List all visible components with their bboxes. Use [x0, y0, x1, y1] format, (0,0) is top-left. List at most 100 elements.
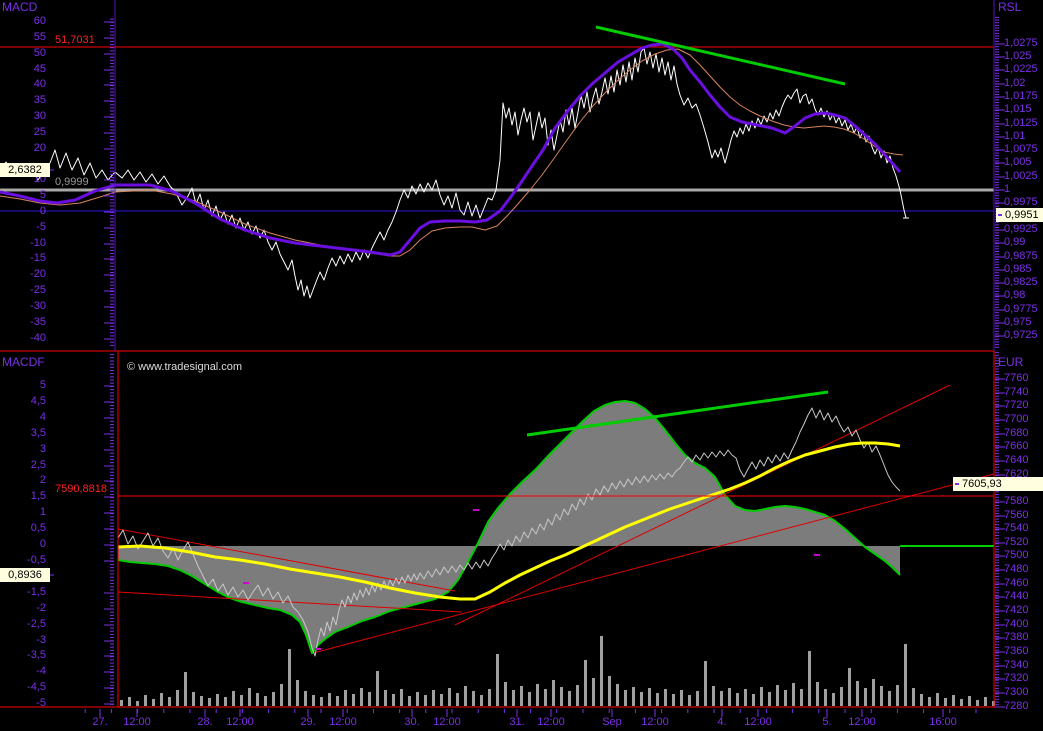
upper-left-scale-title: MACD [2, 0, 38, 14]
volume-bars [440, 694, 443, 706]
volume-bars [312, 695, 315, 706]
macd_left-tick-label: -20 [30, 268, 46, 280]
macd_left-tick-label: 35 [33, 94, 46, 106]
time-axis-label: 12:00 [226, 716, 254, 728]
macdf-last-value-box: 0,8936 [0, 568, 50, 582]
volume-bars [952, 695, 955, 706]
eur_right-tick-label: 7460 [1004, 577, 1029, 589]
volume-bars [368, 692, 371, 706]
macd_left-tick-label: 25 [33, 126, 46, 138]
volume-bars [720, 691, 723, 706]
eur_right-tick-label: 7540 [1004, 522, 1029, 534]
volume-bars [432, 690, 435, 706]
upper-green-trendline [595, 25, 846, 86]
macd_left-tick-label: 30 [33, 110, 46, 122]
volume-bars [400, 689, 403, 706]
volume-bars [536, 684, 539, 706]
macd_left-tick-label: 50 [33, 47, 46, 59]
volume-bars [728, 688, 731, 706]
macd_left-tick-label: -40 [30, 332, 46, 344]
volume-bars [416, 692, 419, 706]
volume-bars [592, 678, 595, 706]
rsl-last-value-box: 0,9951 [996, 208, 1043, 222]
time-axis-label: 16:00 [929, 716, 957, 728]
rsl_right-tick-label: 0,9875 [1004, 250, 1038, 262]
rsl-white-line [0, 47, 907, 299]
volume-bars [168, 697, 171, 706]
rsl_right-tick-label: 1,015 [1004, 103, 1032, 115]
eur_right-tick-label: 7300 [1004, 686, 1029, 698]
copyright-watermark: © www.tradesignal.com [127, 361, 243, 373]
eur_right-tick-label: 7720 [1004, 399, 1029, 411]
volume-bars [960, 699, 963, 706]
macdf_left-tick-label: -0,5 [27, 554, 46, 566]
volume-bars [760, 687, 763, 706]
eur_right-tick-label: 7500 [1004, 549, 1029, 561]
volume-bars [936, 693, 939, 706]
volume-bars [568, 691, 571, 706]
volume-bars [584, 660, 587, 706]
volume-bars [224, 697, 227, 706]
volume-bars [128, 697, 131, 706]
volume-bars [184, 672, 187, 706]
rsl_right-tick-label: 1,0225 [1004, 63, 1038, 75]
volume-bars [632, 687, 635, 706]
volume-bars [176, 690, 179, 706]
macdf-cloud [118, 401, 900, 653]
eur_right-tick-label: 7340 [1004, 659, 1029, 671]
volume-bars [800, 689, 803, 706]
volume-bars [280, 684, 283, 706]
volume-bars [688, 695, 691, 706]
rsl_right-tick-label: 0,9825 [1004, 276, 1038, 288]
volume-bars [344, 690, 347, 706]
volume-bars [512, 690, 515, 706]
macd_left-tick-label: -10 [30, 237, 46, 249]
macdf_left-tick-label: -1,5 [27, 586, 46, 598]
volume-bars [144, 695, 147, 706]
eur_right-tick-label: 7680 [1004, 427, 1029, 439]
volume-bars [968, 696, 971, 706]
macdf_left-tick-label: -5 [36, 697, 46, 709]
volume-bars [560, 687, 563, 706]
time-axis-label: 12:00 [848, 716, 876, 728]
lower-left-scale-title: MACDF [2, 355, 45, 369]
volume-bars [656, 693, 659, 706]
volume-bars [880, 686, 883, 706]
volume-bars [520, 686, 523, 706]
tick-dash-icon [955, 483, 959, 486]
time-axis-label: 12:00 [744, 716, 772, 728]
volume-bars [776, 685, 779, 706]
trading-chart-window: MACD RSL MACDF EUR © www.tradesignal.com… [0, 0, 1043, 731]
volume-bars [984, 697, 987, 706]
volume-bars [680, 690, 683, 706]
volume-bars [576, 685, 579, 706]
macd-alert-value: 51,7031 [55, 34, 95, 46]
volume-bars [624, 690, 627, 706]
eur_right-tick-label: 7520 [1004, 536, 1029, 548]
macdf_left-tick-label: -3,5 [27, 649, 46, 661]
macdf_left-tick-label: 3,5 [30, 427, 46, 439]
volume-bars [304, 691, 307, 706]
volume-bars [120, 700, 123, 706]
lower-right-scale-title: EUR [998, 355, 1024, 369]
macdf_left-tick-label: 0 [39, 538, 46, 550]
volume-bars [288, 649, 291, 706]
eur_right-tick-label: 7640 [1004, 454, 1029, 466]
eur-red-level-value: 7590,8818 [55, 483, 107, 495]
volume-bars [448, 688, 451, 706]
macd_left-tick-label: 20 [33, 142, 46, 154]
eur_right-tick-label: 7280 [1004, 700, 1029, 712]
rsl_right-tick-label: 1,0275 [1004, 37, 1038, 49]
eur_right-tick-label: 7480 [1004, 563, 1029, 575]
time-axis-label: Sep [602, 716, 622, 728]
macd_left-tick-label: -25 [30, 284, 46, 296]
volume-bars [216, 694, 219, 706]
eur_right-tick-label: 7320 [1004, 672, 1029, 684]
volume-bars [552, 680, 555, 706]
eur_right-tick-label: 7420 [1004, 604, 1029, 616]
volume-bars [352, 694, 355, 706]
volume-bars [896, 685, 899, 706]
macdf_left-tick-label: -2,5 [27, 618, 46, 630]
eur_right-tick-label: 7440 [1004, 590, 1029, 602]
macd_left-tick-label: 40 [33, 78, 46, 90]
